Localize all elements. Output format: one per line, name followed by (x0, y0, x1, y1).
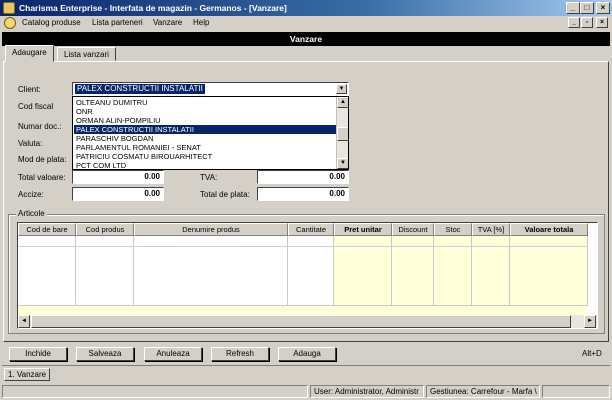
status-panel-extra (542, 385, 610, 398)
tab-lista-vanzari[interactable]: Lista vanzari (57, 47, 116, 61)
status-panel-empty (2, 385, 308, 398)
refresh-button[interactable]: Refresh (211, 347, 269, 361)
mod-plata-label: Mod de plata: (18, 155, 67, 164)
anuleaza-button[interactable]: Anuleaza (144, 347, 202, 361)
grid-header-pret-unitar[interactable]: Pret unitar (334, 223, 392, 236)
dropdown-scrollbar[interactable]: ▲ ▼ (336, 97, 348, 169)
tab-adaugare[interactable]: Adaugare (5, 45, 54, 62)
grid-header-cod-produs[interactable]: Cod produs (76, 223, 134, 236)
grid-header-denumire[interactable]: Denumire produs (134, 223, 288, 236)
client-dropdown-list[interactable]: OLTEANU DUMITRU ONR ORMAN ALIN-POMPILIU … (72, 96, 349, 170)
scroll-left-icon[interactable]: ◄ (18, 315, 30, 328)
grid-footer-row (18, 305, 588, 315)
tva-field[interactable]: 0.00 (257, 170, 349, 184)
grid-header-cantitate[interactable]: Cantitate (288, 223, 334, 236)
client-selected-value: PALEX CONSTRUCTII INSTALATII (75, 84, 205, 94)
client-option[interactable]: PATRICIU COSMATU BIROUARHITECT (74, 152, 337, 161)
task-tab-vanzare[interactable]: 1. Vanzare (4, 368, 50, 381)
menu-help[interactable]: Help (193, 18, 209, 27)
accize-label: Accize: (18, 190, 44, 199)
status-gestiune: Gestiunea: Carrefour - Marfa \ (426, 385, 540, 398)
maximize-button[interactable]: □ (580, 2, 594, 14)
client-option[interactable]: PCT COM LTD (74, 161, 337, 169)
menu-lista-parteneri[interactable]: Lista parteneri (92, 18, 143, 27)
client-option[interactable]: ONR (74, 107, 337, 116)
table-row[interactable] (18, 236, 588, 247)
window-title-bar[interactable]: Charisma Enterprise - Interfata de magaz… (0, 0, 612, 16)
numar-doc-label: Numar doc.: (18, 122, 62, 131)
total-valoare-label: Total valoare: (18, 173, 66, 182)
total-plata-label: Total de plata: (200, 190, 250, 199)
tva-label: TVA: (200, 173, 218, 182)
scroll-right-icon[interactable]: ► (584, 315, 596, 328)
minimize-button[interactable]: _ (566, 2, 580, 14)
app-icon (3, 2, 15, 14)
articole-grid[interactable]: Cod de bare Cod produs Denumire produs C… (17, 222, 598, 329)
inchide-button[interactable]: Inchide (9, 347, 67, 361)
scroll-down-icon[interactable]: ▼ (337, 158, 348, 169)
document-icon[interactable] (4, 17, 16, 29)
task-tab-bar (2, 365, 610, 382)
client-option[interactable]: PARASCHIV BOGDAN (74, 134, 337, 143)
total-valoare-field[interactable]: 0.00 (72, 170, 164, 184)
client-option[interactable]: OLTEANU DUMITRU (74, 98, 337, 107)
grid-header-valoare-totala[interactable]: Valoare totala (510, 223, 588, 236)
window-title: Charisma Enterprise - Interfata de magaz… (19, 3, 287, 13)
menu-bar: Catalog produse Lista parteneri Vanzare … (0, 16, 612, 30)
scroll-thumb[interactable] (31, 315, 571, 328)
total-plata-field[interactable]: 0.00 (257, 187, 349, 201)
client-option-selected[interactable]: PALEX CONSTRUCTII INSTALATII (74, 125, 337, 134)
close-button[interactable]: × (596, 2, 610, 14)
grid-header-tva[interactable]: TVA [%] (472, 223, 510, 236)
cod-fiscal-label: Cod fiscal (18, 102, 54, 111)
valuta-label: Valuta: (18, 139, 43, 148)
mdi-restore-button[interactable]: ▫ (581, 17, 593, 28)
accize-field[interactable]: 0.00 (72, 187, 164, 201)
mdi-close-button[interactable]: × (596, 17, 608, 28)
scroll-thumb[interactable] (337, 127, 348, 141)
client-option[interactable]: PARLAMENTUL ROMANIEI - SENAT (74, 143, 337, 152)
status-user: User: Administrator, Administr (310, 385, 424, 398)
menu-vanzare[interactable]: Vanzare (153, 18, 182, 27)
shortcut-hint: Alt+D (582, 349, 602, 358)
grid-horizontal-scrollbar[interactable]: ◄ ► (18, 315, 597, 328)
articole-group-label: Articole (16, 209, 47, 218)
grid-header-cod-bare[interactable]: Cod de bare (18, 223, 76, 236)
form-header: Vanzare (2, 32, 610, 46)
grid-header-discount[interactable]: Discount (392, 223, 434, 236)
salveaza-button[interactable]: Salveaza (76, 347, 134, 361)
adauga-button[interactable]: Adauga (278, 347, 336, 361)
client-option[interactable]: ORMAN ALIN-POMPILIU (74, 116, 337, 125)
menu-catalog-produse[interactable]: Catalog produse (22, 18, 81, 27)
grid-header-stoc[interactable]: Stoc (434, 223, 472, 236)
chevron-down-icon[interactable]: ▼ (336, 84, 347, 94)
client-combobox[interactable]: PALEX CONSTRUCTII INSTALATII ▼ (72, 82, 349, 96)
mdi-minimize-button[interactable]: _ (568, 17, 580, 28)
scroll-up-icon[interactable]: ▲ (337, 97, 348, 108)
client-label: Client: (18, 85, 41, 94)
